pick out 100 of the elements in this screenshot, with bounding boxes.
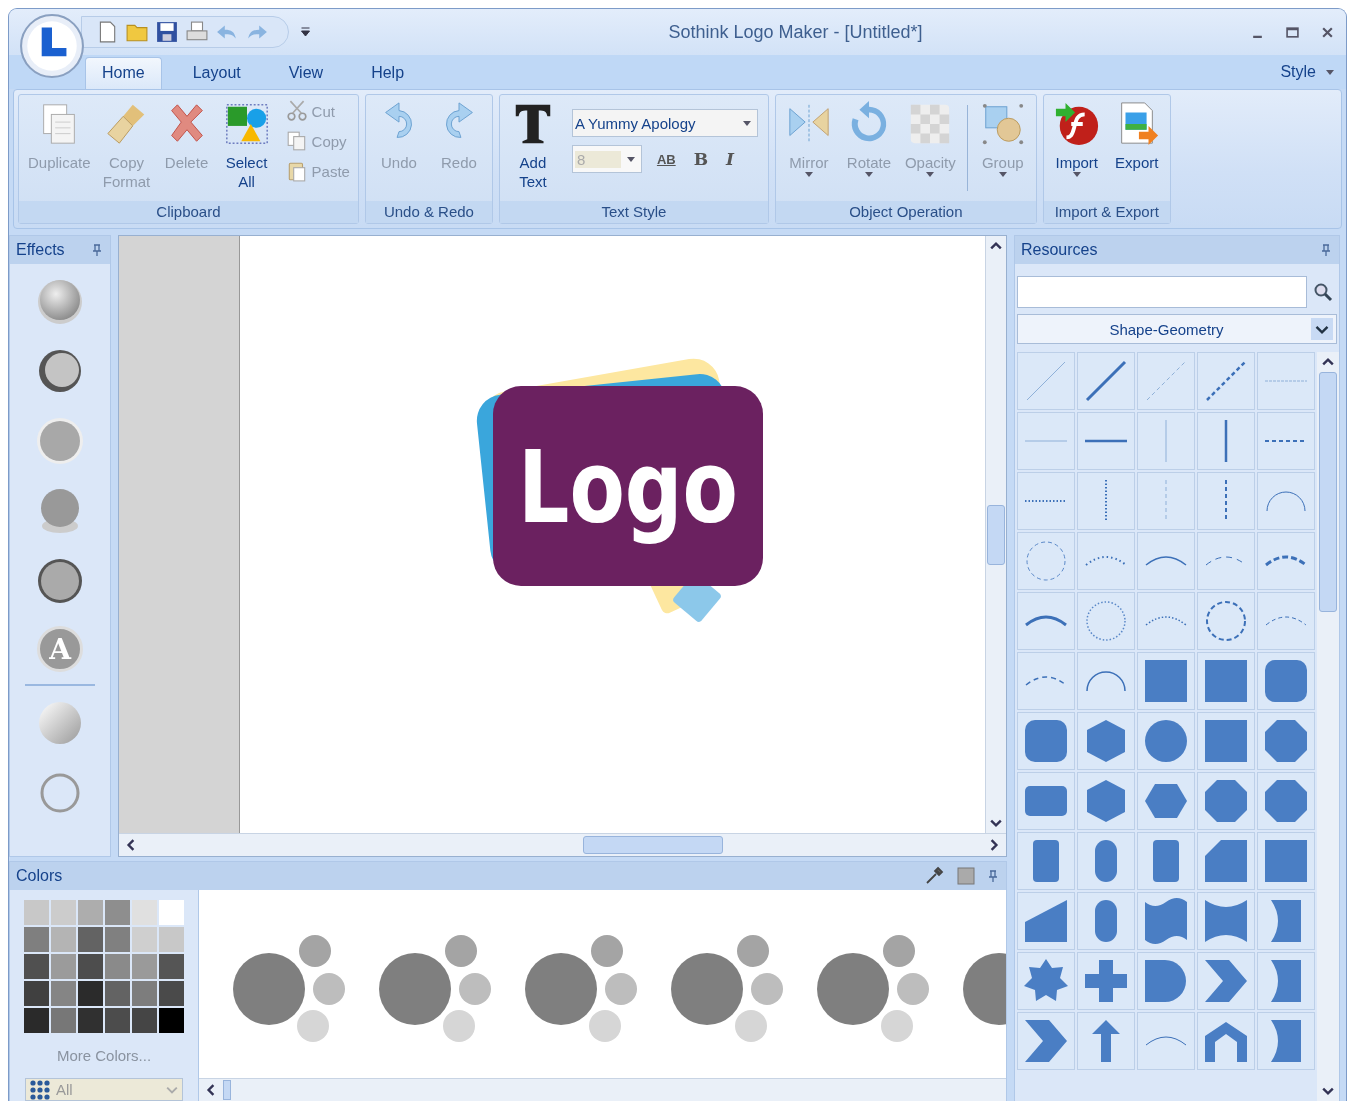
shape-tile[interactable] bbox=[1197, 352, 1255, 410]
color-swatch[interactable] bbox=[132, 981, 157, 1006]
shape-tile[interactable] bbox=[1077, 592, 1135, 650]
shape-tile[interactable] bbox=[1197, 1012, 1255, 1070]
shape-tile[interactable] bbox=[1137, 772, 1195, 830]
shape-tile[interactable] bbox=[1257, 532, 1315, 590]
shape-tile[interactable] bbox=[1257, 892, 1315, 950]
shape-tile[interactable] bbox=[1137, 712, 1195, 770]
category-dropdown[interactable]: Shape-Geometry bbox=[1017, 314, 1337, 344]
shape-tile[interactable] bbox=[1257, 592, 1315, 650]
scroll-up-icon[interactable] bbox=[990, 240, 1002, 252]
scroll-thumb[interactable] bbox=[987, 504, 1005, 565]
shape-tile[interactable] bbox=[1137, 592, 1195, 650]
shape-tile[interactable] bbox=[1017, 1012, 1075, 1070]
ribbon-button[interactable]: Add Text bbox=[503, 99, 562, 193]
ribbon-button[interactable]: Export bbox=[1107, 99, 1166, 174]
shape-tile[interactable] bbox=[1017, 532, 1075, 590]
shape-tile[interactable] bbox=[1197, 832, 1255, 890]
shape-tile[interactable] bbox=[1197, 592, 1255, 650]
letter-effect-button[interactable]: A bbox=[37, 626, 83, 672]
shape-tile[interactable] bbox=[1257, 472, 1315, 530]
shape-tile[interactable] bbox=[1137, 652, 1195, 710]
maximize-icon[interactable] bbox=[1286, 25, 1299, 39]
shape-tile[interactable] bbox=[1197, 952, 1255, 1010]
vertical-scrollbar[interactable] bbox=[985, 236, 1006, 833]
shape-tile[interactable] bbox=[1257, 832, 1315, 890]
shape-tile[interactable] bbox=[1017, 652, 1075, 710]
close-icon[interactable] bbox=[1321, 25, 1334, 39]
shape-tile[interactable] bbox=[1077, 532, 1135, 590]
shape-tile[interactable] bbox=[1077, 652, 1135, 710]
shape-tile[interactable] bbox=[1017, 892, 1075, 950]
shape-tile[interactable] bbox=[1257, 1012, 1315, 1070]
shape-tile[interactable] bbox=[1137, 472, 1195, 530]
color-swatch[interactable] bbox=[159, 981, 184, 1006]
shape-tile[interactable] bbox=[1137, 892, 1195, 950]
pin-icon[interactable] bbox=[988, 870, 998, 882]
character-spacing-button[interactable]: AB bbox=[653, 151, 679, 167]
ribbon-tab[interactable]: Home bbox=[85, 57, 162, 89]
ribbon-tab[interactable]: View bbox=[271, 57, 341, 89]
shape-tile[interactable] bbox=[1257, 712, 1315, 770]
color-swatch[interactable] bbox=[51, 927, 76, 952]
color-swatch[interactable] bbox=[78, 981, 103, 1006]
horizontal-scrollbar[interactable] bbox=[119, 833, 1006, 856]
scroll-down-icon[interactable] bbox=[1322, 1085, 1334, 1097]
color-swatch[interactable] bbox=[78, 900, 103, 925]
shape-tile[interactable] bbox=[1137, 352, 1195, 410]
color-swatch[interactable] bbox=[24, 1008, 49, 1033]
shape-tile[interactable] bbox=[1137, 412, 1195, 470]
color-swatch[interactable] bbox=[159, 927, 184, 952]
shape-tile[interactable] bbox=[1257, 952, 1315, 1010]
pin-icon[interactable] bbox=[92, 244, 102, 256]
more-colors-link[interactable]: More Colors... bbox=[54, 1045, 154, 1066]
shape-tile[interactable] bbox=[1077, 352, 1135, 410]
italic-button[interactable]: I bbox=[723, 149, 737, 169]
search-field[interactable] bbox=[1017, 276, 1307, 308]
color-swatch[interactable] bbox=[159, 900, 184, 925]
shape-tile[interactable] bbox=[1077, 832, 1135, 890]
scroll-left-icon[interactable] bbox=[205, 1084, 217, 1096]
eyedropper-icon[interactable] bbox=[924, 866, 944, 886]
shape-tile[interactable] bbox=[1077, 712, 1135, 770]
shape-tile[interactable] bbox=[1137, 832, 1195, 890]
color-swatch[interactable] bbox=[51, 1008, 76, 1033]
scroll-thumb[interactable] bbox=[1319, 372, 1337, 612]
shape-tile[interactable] bbox=[1017, 952, 1075, 1010]
color-swatch[interactable] bbox=[105, 927, 130, 952]
shape-tile[interactable] bbox=[1077, 892, 1135, 950]
color-swatch[interactable] bbox=[159, 954, 184, 979]
color-swatch[interactable] bbox=[78, 954, 103, 979]
shape-tile[interactable] bbox=[1077, 772, 1135, 830]
color-swatch[interactable] bbox=[24, 954, 49, 979]
shape-tile[interactable] bbox=[1137, 952, 1195, 1010]
ribbon-button[interactable]: Import bbox=[1047, 99, 1106, 179]
shape-tile[interactable] bbox=[1197, 712, 1255, 770]
color-swatch[interactable] bbox=[78, 1008, 103, 1033]
color-swatch[interactable] bbox=[51, 954, 76, 979]
scroll-thumb[interactable] bbox=[223, 1080, 231, 1100]
scroll-left-icon[interactable] bbox=[125, 839, 137, 851]
color-swatch[interactable] bbox=[51, 981, 76, 1006]
shape-tile[interactable] bbox=[1137, 1012, 1195, 1070]
color-swatch[interactable] bbox=[132, 900, 157, 925]
shape-tile[interactable] bbox=[1077, 1012, 1135, 1070]
printer-icon[interactable] bbox=[186, 21, 208, 43]
vertical-scrollbar[interactable] bbox=[1317, 352, 1339, 1101]
color-swatch[interactable] bbox=[105, 954, 130, 979]
pin-icon[interactable] bbox=[1321, 244, 1331, 256]
color-swatch[interactable] bbox=[78, 927, 103, 952]
shape-tile[interactable] bbox=[1257, 412, 1315, 470]
color-swatch[interactable] bbox=[132, 954, 157, 979]
horizontal-scrollbar[interactable] bbox=[199, 1078, 1006, 1101]
font-dropdown[interactable]: A Yummy Apology bbox=[571, 109, 758, 137]
shape-tile[interactable] bbox=[1197, 772, 1255, 830]
bold-button[interactable]: B bbox=[690, 149, 712, 169]
color-swatch[interactable] bbox=[105, 981, 130, 1006]
shape-tile[interactable] bbox=[1077, 472, 1135, 530]
color-square-icon[interactable] bbox=[956, 866, 976, 886]
shape-tile[interactable] bbox=[1017, 592, 1075, 650]
color-swatch[interactable] bbox=[132, 1008, 157, 1033]
shape-tile[interactable] bbox=[1017, 712, 1075, 770]
shape-tile[interactable] bbox=[1197, 652, 1255, 710]
shape-tile[interactable] bbox=[1257, 352, 1315, 410]
